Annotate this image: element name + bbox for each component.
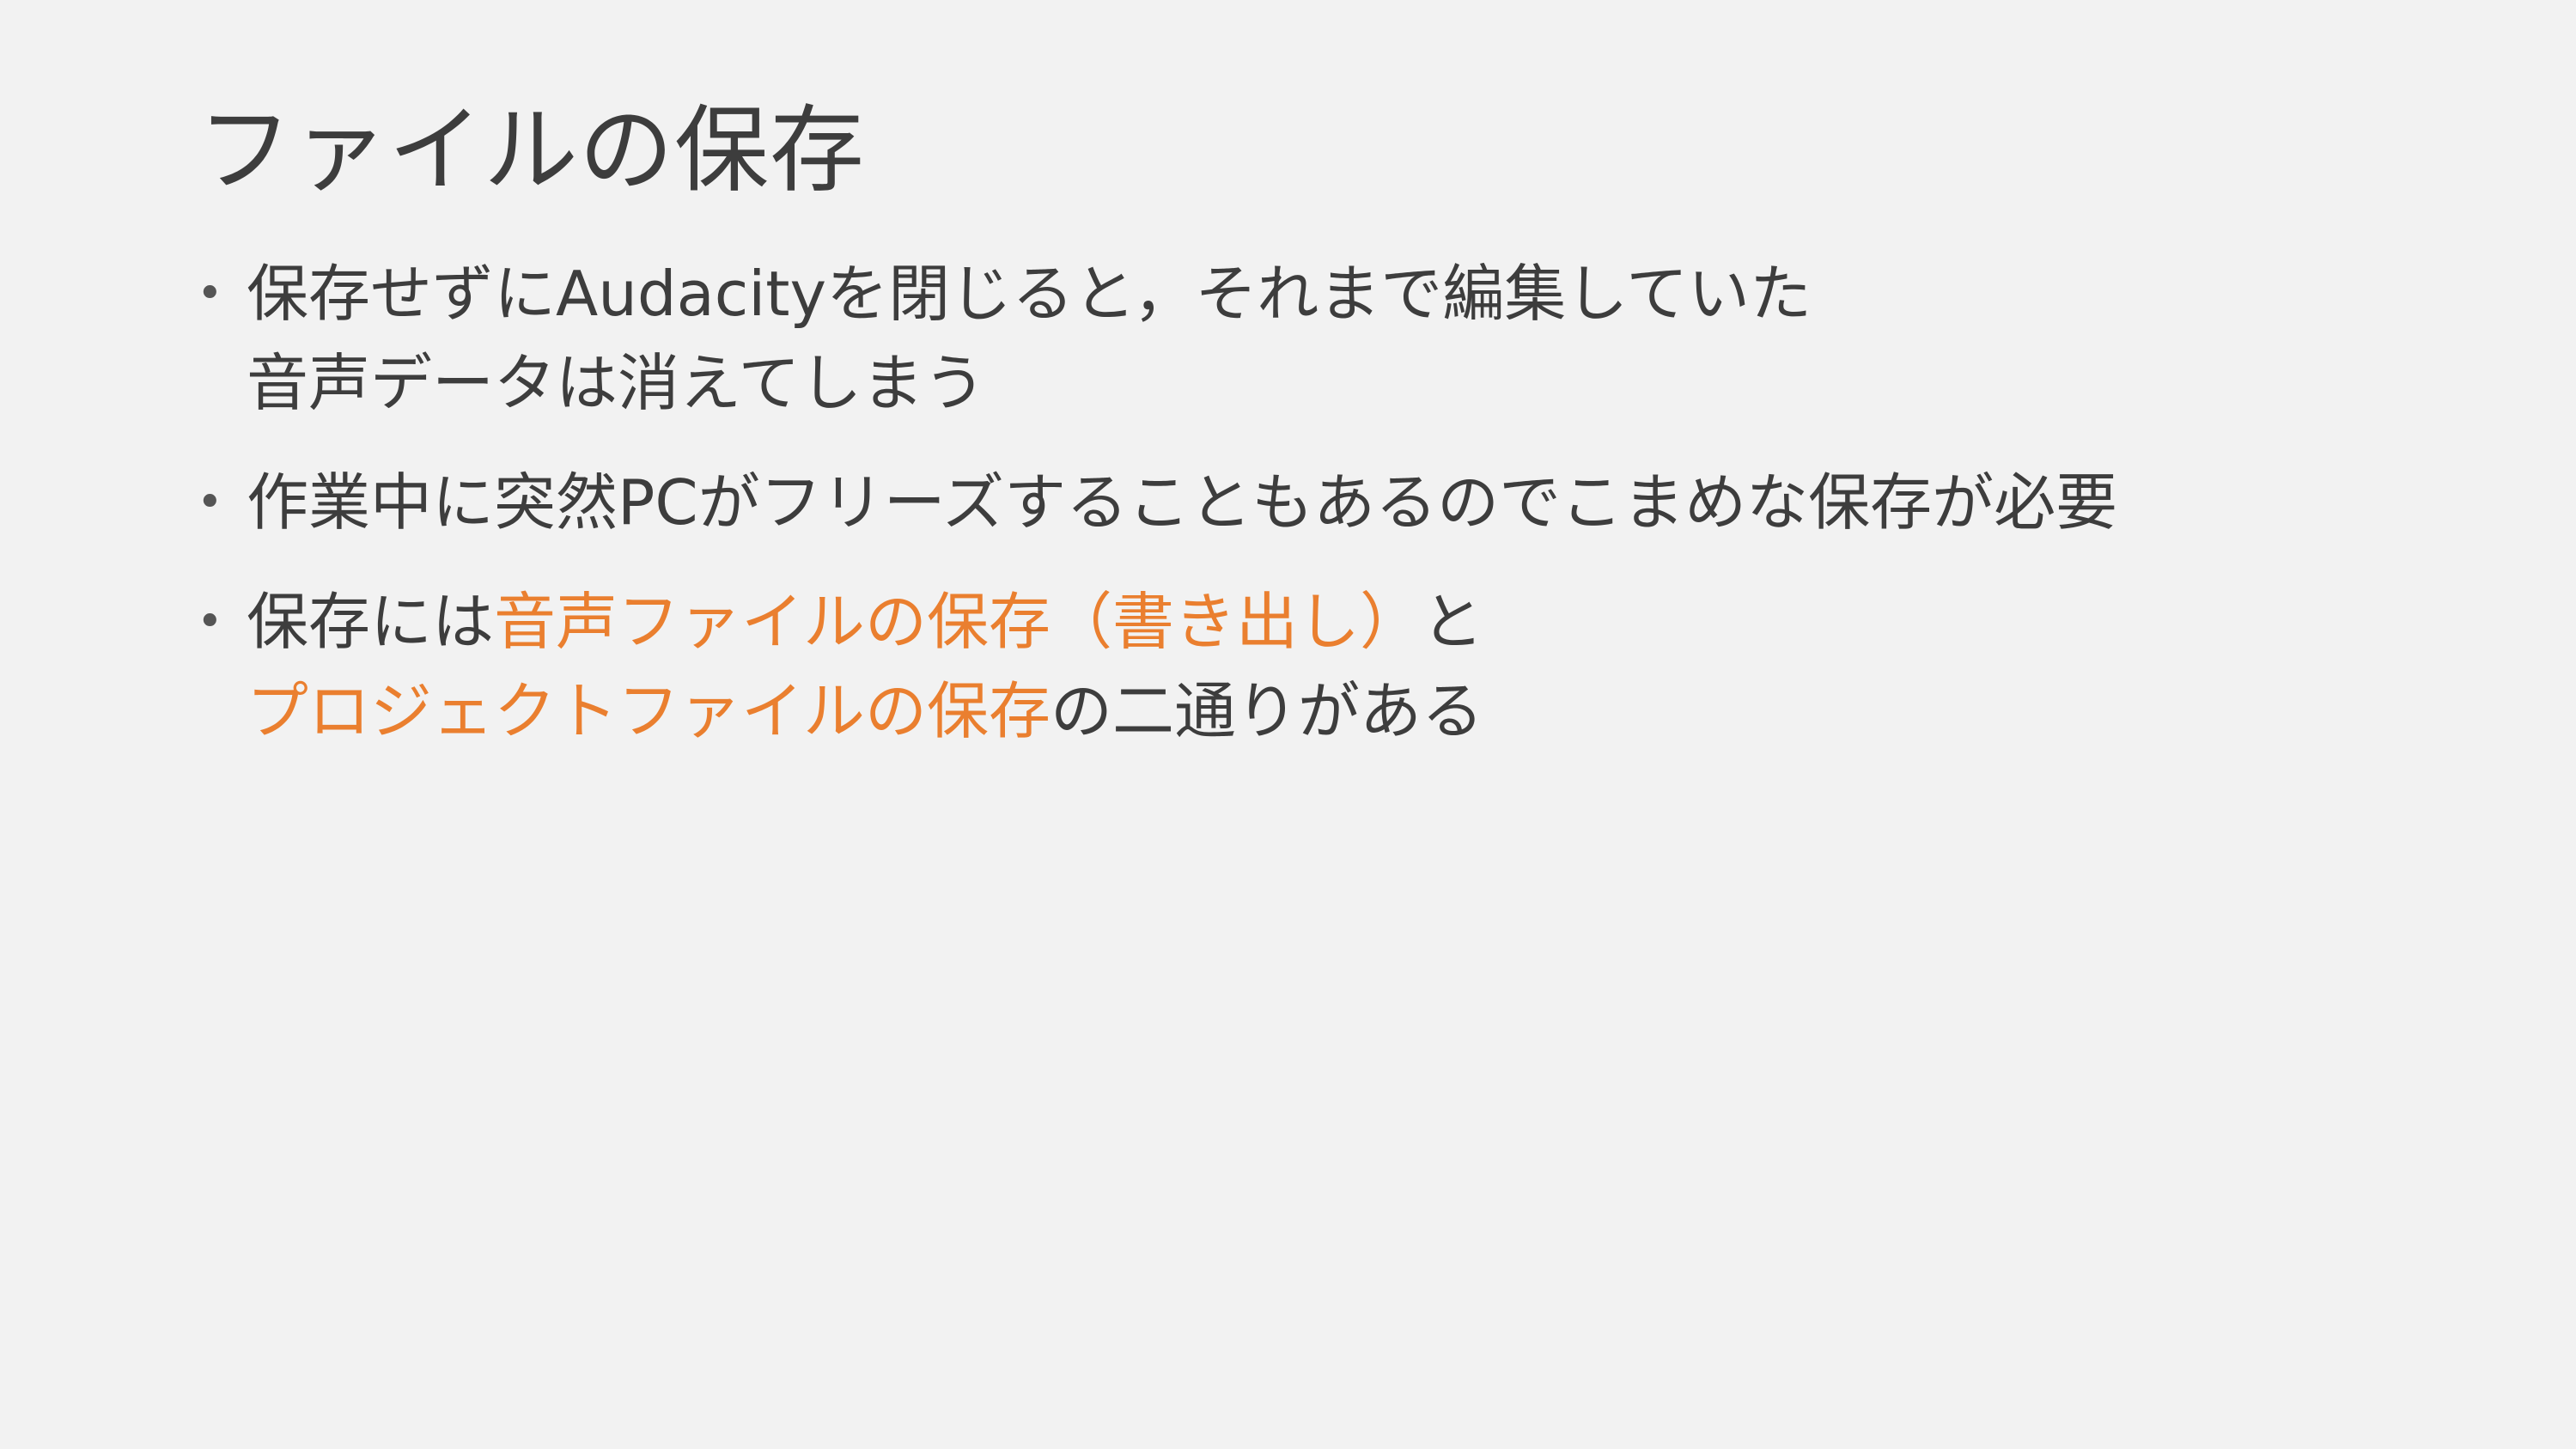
slide-title: ファイルの保存 [198,95,865,205]
bullet-item-save-frequently: • 作業中に突然PCがフリーズすることもあるのでこまめな保存が必要 [193,458,2117,547]
bullet-text-line: 音声データは消えてしまう [247,347,986,419]
bullet-item-unsaved-data-lost: • 保存せずにAudacityを閉じると，それまで編集していた 音声データは消え… [193,249,2117,428]
bullet-text-line: 保存せずにAudacityを閉じると，それまで編集していた [247,258,1812,330]
bullet-list: • 保存せずにAudacityを閉じると，それまで編集していた 音声データは消え… [193,249,2117,786]
bullet-text-plain: の二通りがある [1050,675,1484,747]
bullet-text-plain: と [1422,586,1484,658]
bullet-text-line: 作業中に突然PCがフリーズすることもあるのでこまめな保存が必要 [247,466,2118,539]
bullet-text-line: 保存には音声ファイルの保存（書き出し）と [247,577,2117,667]
slide: ファイルの保存 • 保存せずにAudacityを閉じると，それまで編集していた … [0,0,2576,1449]
bullet-marker: • [197,477,223,528]
highlight-audio-export: 音声ファイルの保存（書き出し） [494,586,1422,658]
bullet-item-two-save-types: • 保存には音声ファイルの保存（書き出し）と プロジェクトファイルの保存の二通り… [193,577,2117,756]
bullet-marker: • [197,596,223,648]
bullet-text-plain: 保存には [247,586,495,658]
highlight-project-save: プロジェクトファイルの保存 [247,675,1051,747]
bullet-text-line: プロジェクトファイルの保存の二通りがある [247,667,2117,756]
bullet-marker: • [197,268,223,320]
